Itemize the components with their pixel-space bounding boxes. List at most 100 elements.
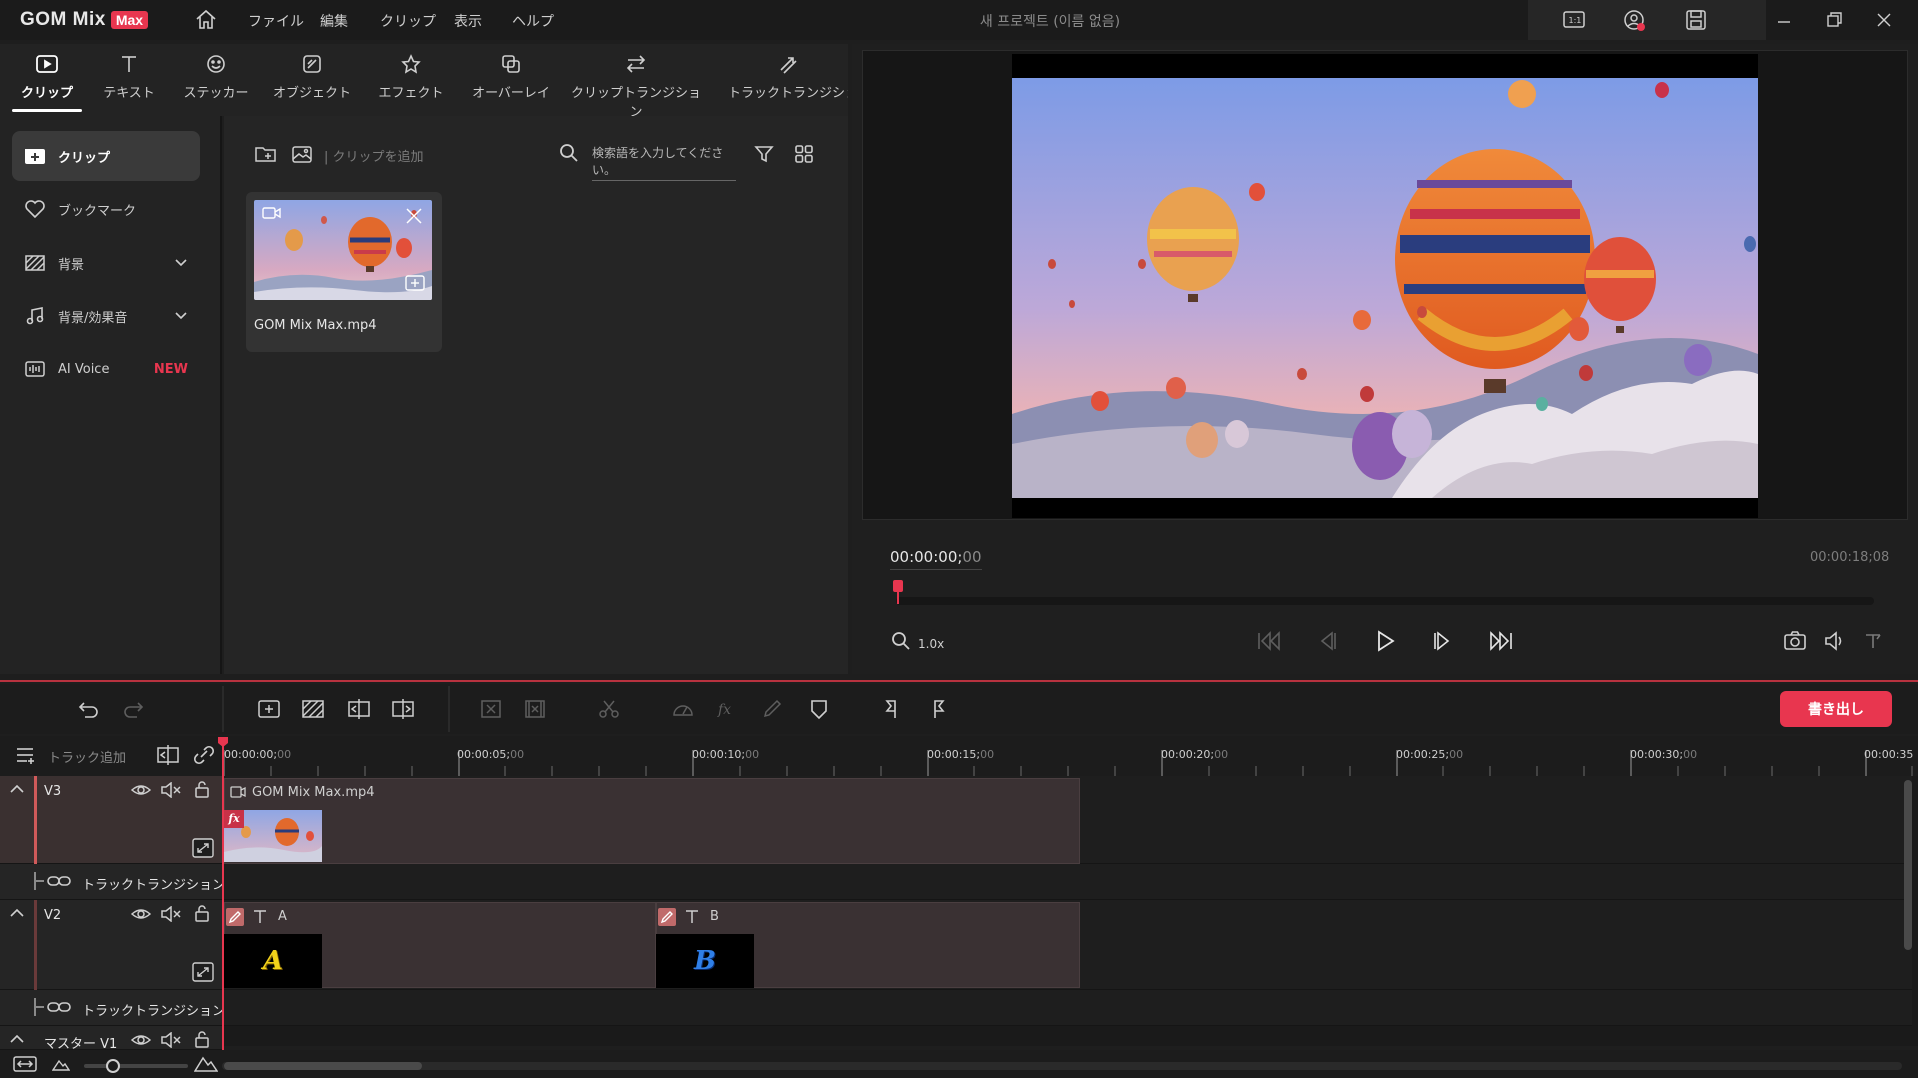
aspect-ratio-icon[interactable]: 1:1 (1562, 9, 1586, 31)
fit-width-icon[interactable] (12, 1054, 38, 1074)
chevron-down-icon[interactable] (174, 258, 188, 268)
marker-left-icon[interactable] (880, 696, 906, 722)
speed-icon[interactable] (670, 696, 696, 722)
skip-to-end-icon[interactable] (1486, 626, 1516, 656)
menu-clip[interactable]: クリップ (380, 11, 436, 31)
mute-icon[interactable] (160, 1032, 182, 1048)
delete-clip-icon[interactable] (478, 696, 504, 722)
sidebar-item-ai-voice[interactable]: AI Voice NEW (12, 344, 200, 394)
tab-track-transition[interactable]: トラックトランジション (728, 48, 848, 108)
timeline-vertical-scrollbar[interactable] (1904, 780, 1912, 950)
menu-edit[interactable]: 編集 (320, 11, 348, 31)
fx-icon[interactable]: fx (714, 696, 740, 722)
tab-object[interactable]: オブジェクト (272, 48, 352, 108)
add-folder-icon[interactable] (254, 143, 278, 165)
pen-icon[interactable] (760, 696, 786, 722)
lock-icon[interactable] (194, 1030, 210, 1048)
pen-icon[interactable] (226, 908, 244, 926)
transition-branch-line (36, 1006, 44, 1008)
eye-icon[interactable] (130, 906, 152, 922)
timeline-horizontal-scrollbar[interactable] (222, 1062, 1902, 1070)
restore-icon[interactable] (1822, 8, 1846, 32)
expand-track-icon[interactable] (192, 838, 214, 858)
save-icon[interactable] (1684, 8, 1708, 32)
grid-view-icon[interactable] (794, 144, 814, 164)
play-icon[interactable] (1370, 626, 1400, 656)
menu-lines-icon[interactable] (14, 744, 38, 766)
close-icon[interactable] (1872, 8, 1896, 32)
remove-clip-icon[interactable] (404, 206, 424, 226)
tab-clip[interactable]: クリップ (14, 48, 80, 108)
seek-bar[interactable] (896, 597, 1874, 605)
pen-icon[interactable] (658, 908, 676, 926)
tab-overlay[interactable]: オーバーレイ (468, 48, 554, 108)
zoom-in-mountain-icon[interactable] (194, 1053, 218, 1073)
volume-icon[interactable] (1820, 626, 1850, 656)
add-image-icon[interactable] (290, 143, 314, 165)
add-clip-label[interactable]: | クリップを追加 (324, 146, 424, 165)
tab-effect[interactable]: エフェクト (374, 48, 448, 108)
menu-help[interactable]: ヘルプ (512, 11, 554, 31)
menu-view[interactable]: 表示 (454, 11, 482, 31)
zoom-slider-thumb[interactable] (106, 1059, 120, 1073)
split-track-icon[interactable] (156, 744, 180, 766)
mute-icon[interactable] (160, 782, 182, 798)
background-icon[interactable] (300, 696, 326, 722)
mute-icon[interactable] (160, 906, 182, 922)
seek-handle[interactable] (893, 580, 903, 604)
horizontal-scroll-thumb[interactable] (224, 1062, 422, 1070)
zoom-icon[interactable] (890, 630, 912, 652)
collapse-icon[interactable] (8, 906, 26, 920)
split-left-icon[interactable] (346, 696, 372, 722)
sidebar-item-bookmark[interactable]: ブックマーク (12, 184, 200, 234)
timeline-playhead[interactable] (222, 740, 224, 1050)
video-preview[interactable] (1012, 54, 1758, 518)
expand-icon[interactable] (1858, 626, 1888, 656)
collapse-icon[interactable] (8, 1032, 26, 1046)
zoom-level[interactable]: 1.0x (918, 637, 944, 651)
fx-badge[interactable]: fx (224, 810, 244, 828)
previous-frame-icon[interactable] (1312, 626, 1342, 656)
ruler-label: 00:00:10;00 (692, 748, 759, 761)
ripple-delete-icon[interactable] (522, 696, 548, 722)
add-media-icon[interactable] (256, 696, 282, 722)
skip-to-start-icon[interactable] (1254, 626, 1284, 656)
add-to-timeline-icon[interactable] (404, 274, 426, 292)
redo-icon[interactable] (120, 696, 146, 722)
zoom-out-mountain-icon[interactable] (52, 1056, 70, 1072)
chevron-down-icon[interactable] (174, 311, 188, 321)
panel-divider[interactable] (0, 680, 1918, 682)
shield-icon[interactable] (806, 696, 832, 722)
sidebar-item-clip[interactable]: クリップ (12, 131, 200, 181)
lock-icon[interactable] (194, 904, 210, 922)
next-frame-icon[interactable] (1428, 626, 1458, 656)
scissors-icon[interactable] (596, 696, 622, 722)
account-icon[interactable] (1622, 8, 1648, 34)
eye-icon[interactable] (130, 1032, 152, 1048)
home-icon[interactable] (194, 8, 218, 32)
marker-right-icon[interactable] (926, 696, 952, 722)
tab-underline (12, 109, 82, 112)
collapse-icon[interactable] (8, 782, 26, 796)
sidebar-item-background[interactable]: 背景 (12, 238, 200, 288)
tab-clip-transition[interactable]: クリップトランジション (568, 48, 704, 120)
playhead-handle[interactable] (217, 736, 229, 748)
magnet-link-icon[interactable] (192, 744, 216, 766)
sidebar-item-bgm[interactable]: 背景/効果音 (12, 291, 200, 341)
eye-icon[interactable] (130, 782, 152, 798)
tab-sticker[interactable]: ステッカー (180, 48, 252, 108)
split-right-icon[interactable] (390, 696, 416, 722)
filter-icon[interactable] (754, 144, 774, 164)
tab-text[interactable]: テキスト (96, 48, 162, 108)
lock-icon[interactable] (194, 780, 210, 798)
zoom-slider-track[interactable] (84, 1064, 188, 1068)
undo-icon[interactable] (76, 696, 102, 722)
snapshot-icon[interactable] (1780, 626, 1810, 656)
minimize-icon[interactable] (1772, 8, 1796, 32)
search-icon[interactable] (558, 142, 580, 164)
track-add-label[interactable]: トラック追加 (48, 747, 126, 766)
expand-track-icon[interactable] (192, 962, 214, 982)
search-input[interactable]: 検索語を入力してください。 (592, 144, 736, 181)
menu-file[interactable]: ファイル (248, 11, 304, 31)
export-button[interactable]: 書き出し (1780, 691, 1892, 727)
